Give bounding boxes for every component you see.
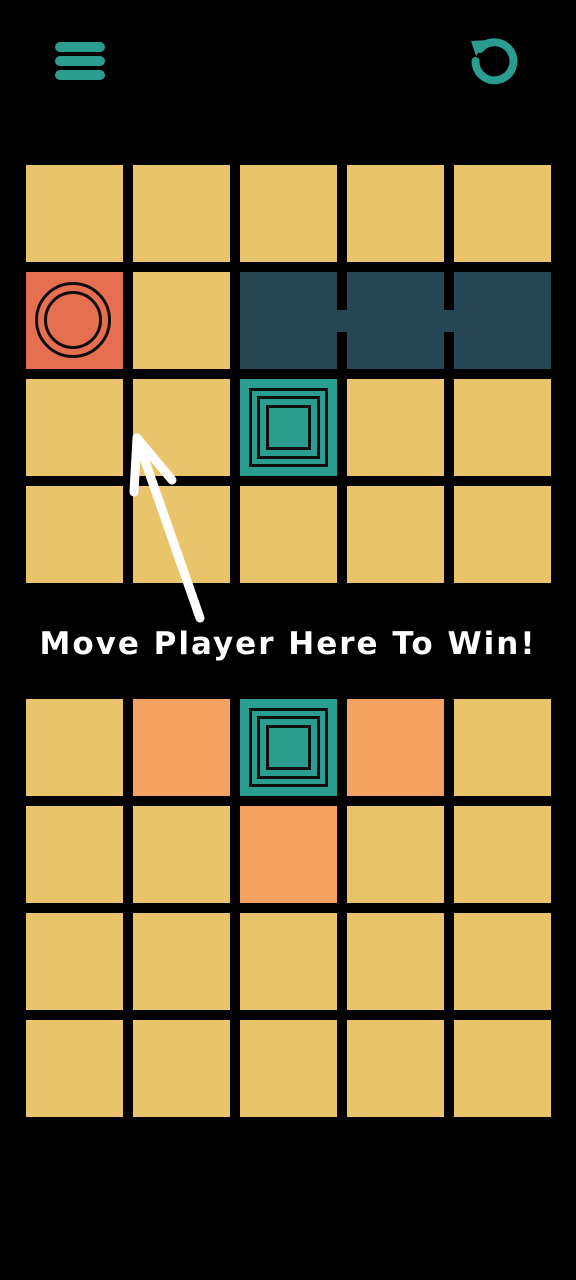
- tile-wall: [454, 272, 551, 369]
- bottom-game-board: [26, 699, 551, 1117]
- tile-highlight: [347, 699, 444, 796]
- tile-floor: [133, 272, 230, 369]
- menu-bar: [55, 70, 105, 80]
- tile-floor: [26, 379, 123, 476]
- restart-icon: [471, 38, 518, 85]
- tile-wall: [347, 272, 444, 369]
- menu-bar: [55, 42, 105, 52]
- tile-floor: [26, 165, 123, 262]
- goal-square-icon: [249, 708, 328, 787]
- tile-floor: [454, 913, 551, 1010]
- tile-floor: [347, 486, 444, 583]
- tile-floor: [454, 806, 551, 903]
- tile-floor: [26, 486, 123, 583]
- tile-floor: [454, 379, 551, 476]
- tile-floor: [454, 165, 551, 262]
- tile-floor: [26, 699, 123, 796]
- tile-highlight: [133, 699, 230, 796]
- tile-floor: [240, 165, 337, 262]
- tile-floor: [347, 379, 444, 476]
- tile-floor: [26, 806, 123, 903]
- menu-button[interactable]: [52, 38, 108, 84]
- restart-button[interactable]: [466, 32, 524, 90]
- tile-floor: [133, 1020, 230, 1117]
- hint-arrow-icon: [129, 433, 205, 623]
- tile-goal: [240, 699, 337, 796]
- tile-floor: [454, 486, 551, 583]
- tile-floor: [347, 806, 444, 903]
- tile-floor: [133, 913, 230, 1010]
- tile-floor: [240, 1020, 337, 1117]
- tile-floor: [240, 913, 337, 1010]
- player-circle-icon: [35, 282, 111, 358]
- tile-floor: [133, 165, 230, 262]
- top-game-board: [26, 165, 551, 583]
- tile-floor: [133, 806, 230, 903]
- tile-floor: [26, 1020, 123, 1117]
- tile-player[interactable]: [26, 272, 123, 369]
- menu-bar: [55, 56, 105, 66]
- tile-highlight: [240, 806, 337, 903]
- tile-floor: [454, 699, 551, 796]
- tile-wall: [240, 272, 337, 369]
- tile-goal: [240, 379, 337, 476]
- tile-floor: [240, 486, 337, 583]
- goal-square-icon: [249, 388, 328, 467]
- tile-floor: [347, 165, 444, 262]
- tile-floor: [26, 913, 123, 1010]
- hint-text: Move Player Here To Win!: [39, 626, 537, 662]
- tile-floor: [347, 1020, 444, 1117]
- tile-floor: [454, 1020, 551, 1117]
- tile-floor: [347, 913, 444, 1010]
